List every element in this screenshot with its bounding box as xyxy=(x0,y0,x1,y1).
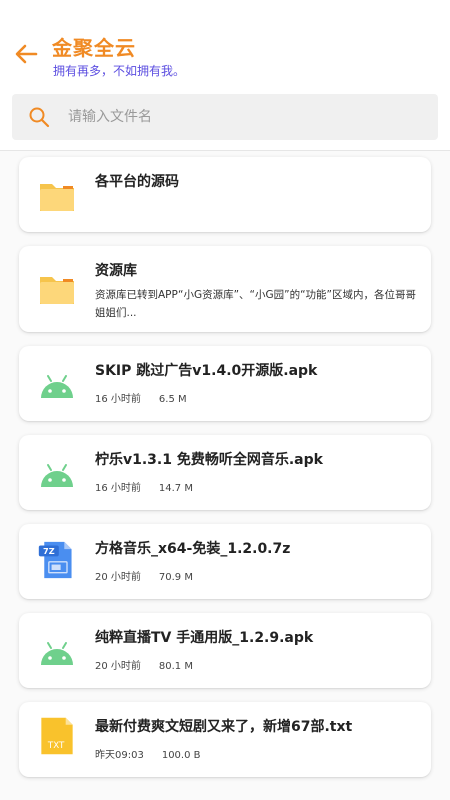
file-name: 柠乐v1.3.1 免费畅听全网音乐.apk xyxy=(95,452,323,468)
list-item[interactable]: 各平台的源码 xyxy=(19,157,431,232)
search-icon xyxy=(29,107,50,128)
file-meta: 20 小时前 80.1 M xyxy=(95,657,193,672)
file-size: 80.1 M xyxy=(158,661,193,672)
file-meta: 20 小时前 70.9 M xyxy=(95,568,193,583)
txt-file-icon: TXT xyxy=(41,717,73,755)
android-icon xyxy=(41,375,73,398)
list-item[interactable]: TXT 最新付费爽文短剧又来了，新增67部.txt 昨天09:03 100.0 B xyxy=(19,702,431,777)
header-divider xyxy=(0,150,450,151)
file-meta: 16 小时前 6.5 M xyxy=(95,390,187,405)
search-bar[interactable] xyxy=(12,94,438,140)
page-subtitle: 拥有再多，不如拥有我。 xyxy=(53,64,186,78)
page-title: 金聚全云 xyxy=(52,36,136,60)
txt-label: TXT xyxy=(47,741,65,751)
file-name: 纯粹直播TV 手通用版_1.2.9.apk xyxy=(95,630,314,646)
file-time: 16 小时前 xyxy=(95,483,141,494)
file-meta: 16 小时前 14.7 M xyxy=(95,479,193,494)
file-size: 70.9 M xyxy=(158,572,193,583)
7z-file-icon: 7Z xyxy=(38,541,72,579)
file-name: SKIP 跳过广告v1.4.0开源版.apk xyxy=(95,363,318,379)
list-item[interactable]: 资源库 资源库已转到APP“小G资源库”、“小G园”的“功能”区域内，各位哥哥姐… xyxy=(19,246,431,332)
file-size: 6.5 M xyxy=(158,394,187,405)
android-icon xyxy=(41,464,73,487)
list-item[interactable]: 7Z 方格音乐_x64-免装_1.2.0.7z 20 小时前 70.9 M xyxy=(19,524,431,599)
file-time: 20 小时前 xyxy=(95,572,141,583)
file-time: 16 小时前 xyxy=(95,394,141,405)
file-size: 14.7 M xyxy=(158,483,193,494)
android-icon xyxy=(41,642,73,665)
7z-label: 7Z xyxy=(43,546,55,556)
file-name: 最新付费爽文短剧又来了，新增67部.txt xyxy=(95,719,353,735)
list-item[interactable]: 柠乐v1.3.1 免费畅听全网音乐.apk 16 小时前 14.7 M xyxy=(19,435,431,510)
folder-icon xyxy=(40,184,74,211)
file-name: 方格音乐_x64-免装_1.2.0.7z xyxy=(95,541,291,557)
file-list: 各平台的源码 资源库 资源库已转到APP“小G资源库”、“小G园”的“功能”区域… xyxy=(19,157,431,791)
file-description: 资源库已转到APP“小G资源库”、“小G园”的“功能”区域内，各位哥哥姐姐们..… xyxy=(95,289,416,319)
folder-icon xyxy=(40,277,74,304)
list-item[interactable]: SKIP 跳过广告v1.4.0开源版.apk 16 小时前 6.5 M xyxy=(19,346,431,421)
search-input[interactable] xyxy=(68,94,418,140)
list-item[interactable]: 纯粹直播TV 手通用版_1.2.9.apk 20 小时前 80.1 M xyxy=(19,613,431,688)
file-size: 100.0 B xyxy=(161,750,201,761)
back-arrow-icon[interactable] xyxy=(12,40,40,68)
app-header: 金聚全云 拥有再多，不如拥有我。 xyxy=(0,0,450,150)
file-time: 20 小时前 xyxy=(95,661,141,672)
file-time: 昨天09:03 xyxy=(95,750,144,761)
file-name: 各平台的源码 xyxy=(95,174,179,190)
file-meta: 昨天09:03 100.0 B xyxy=(95,746,201,761)
file-name: 资源库 xyxy=(95,263,137,279)
